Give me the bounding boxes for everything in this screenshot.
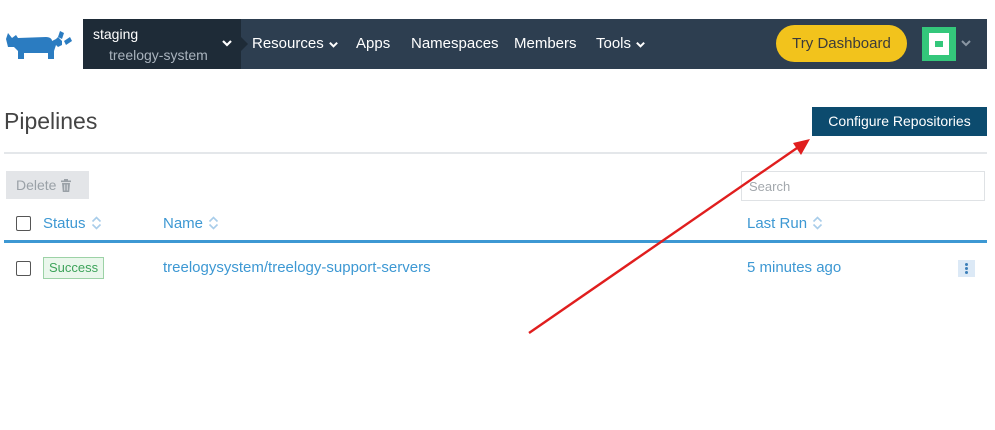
column-header-status[interactable]: Status — [43, 215, 102, 232]
project-name: treelogy-system — [109, 47, 208, 63]
status-badge: Success — [43, 257, 105, 279]
chevron-down-icon — [636, 41, 645, 48]
page-title: Pipelines — [4, 108, 98, 134]
column-header-name[interactable]: Name — [163, 215, 219, 232]
sort-icon — [812, 216, 823, 230]
search-input[interactable] — [741, 171, 985, 201]
header-divider — [4, 152, 987, 154]
cluster-name: staging — [93, 26, 139, 42]
rancher-logo-icon[interactable] — [2, 27, 74, 61]
nav-item-tools[interactable]: Tools — [596, 35, 646, 52]
chevron-down-icon — [328, 41, 338, 48]
chevron-down-icon — [222, 40, 232, 47]
select-all-checkbox[interactable] — [16, 216, 31, 231]
switcher-notch — [241, 37, 248, 51]
column-header-last-run[interactable]: Last Run — [747, 215, 823, 232]
delete-button[interactable]: Delete — [6, 171, 89, 199]
nav-item-resources[interactable]: Resources — [252, 35, 339, 52]
try-dashboard-button[interactable]: Try Dashboard — [776, 25, 907, 62]
row-checkbox[interactable] — [16, 261, 31, 276]
chevron-down-icon[interactable] — [960, 37, 972, 49]
trash-icon — [61, 179, 72, 192]
last-run-link[interactable]: 5 minutes ago — [747, 259, 841, 276]
pipeline-name-link[interactable]: treelogysystem/treelogy-support-servers — [163, 259, 431, 276]
nav-item-apps[interactable]: Apps — [356, 35, 390, 52]
cluster-project-switcher[interactable]: staging treelogy-system — [83, 19, 248, 69]
sort-icon — [208, 216, 219, 230]
nav-item-namespaces[interactable]: Namespaces — [411, 35, 499, 52]
sort-icon — [91, 216, 101, 230]
configure-repositories-button[interactable]: Configure Repositories — [812, 107, 987, 136]
nav-item-members[interactable]: Members — [514, 35, 577, 52]
user-avatar-icon[interactable] — [922, 27, 956, 61]
table-header-underline — [4, 240, 987, 243]
row-actions-kebab-icon[interactable] — [958, 260, 975, 277]
